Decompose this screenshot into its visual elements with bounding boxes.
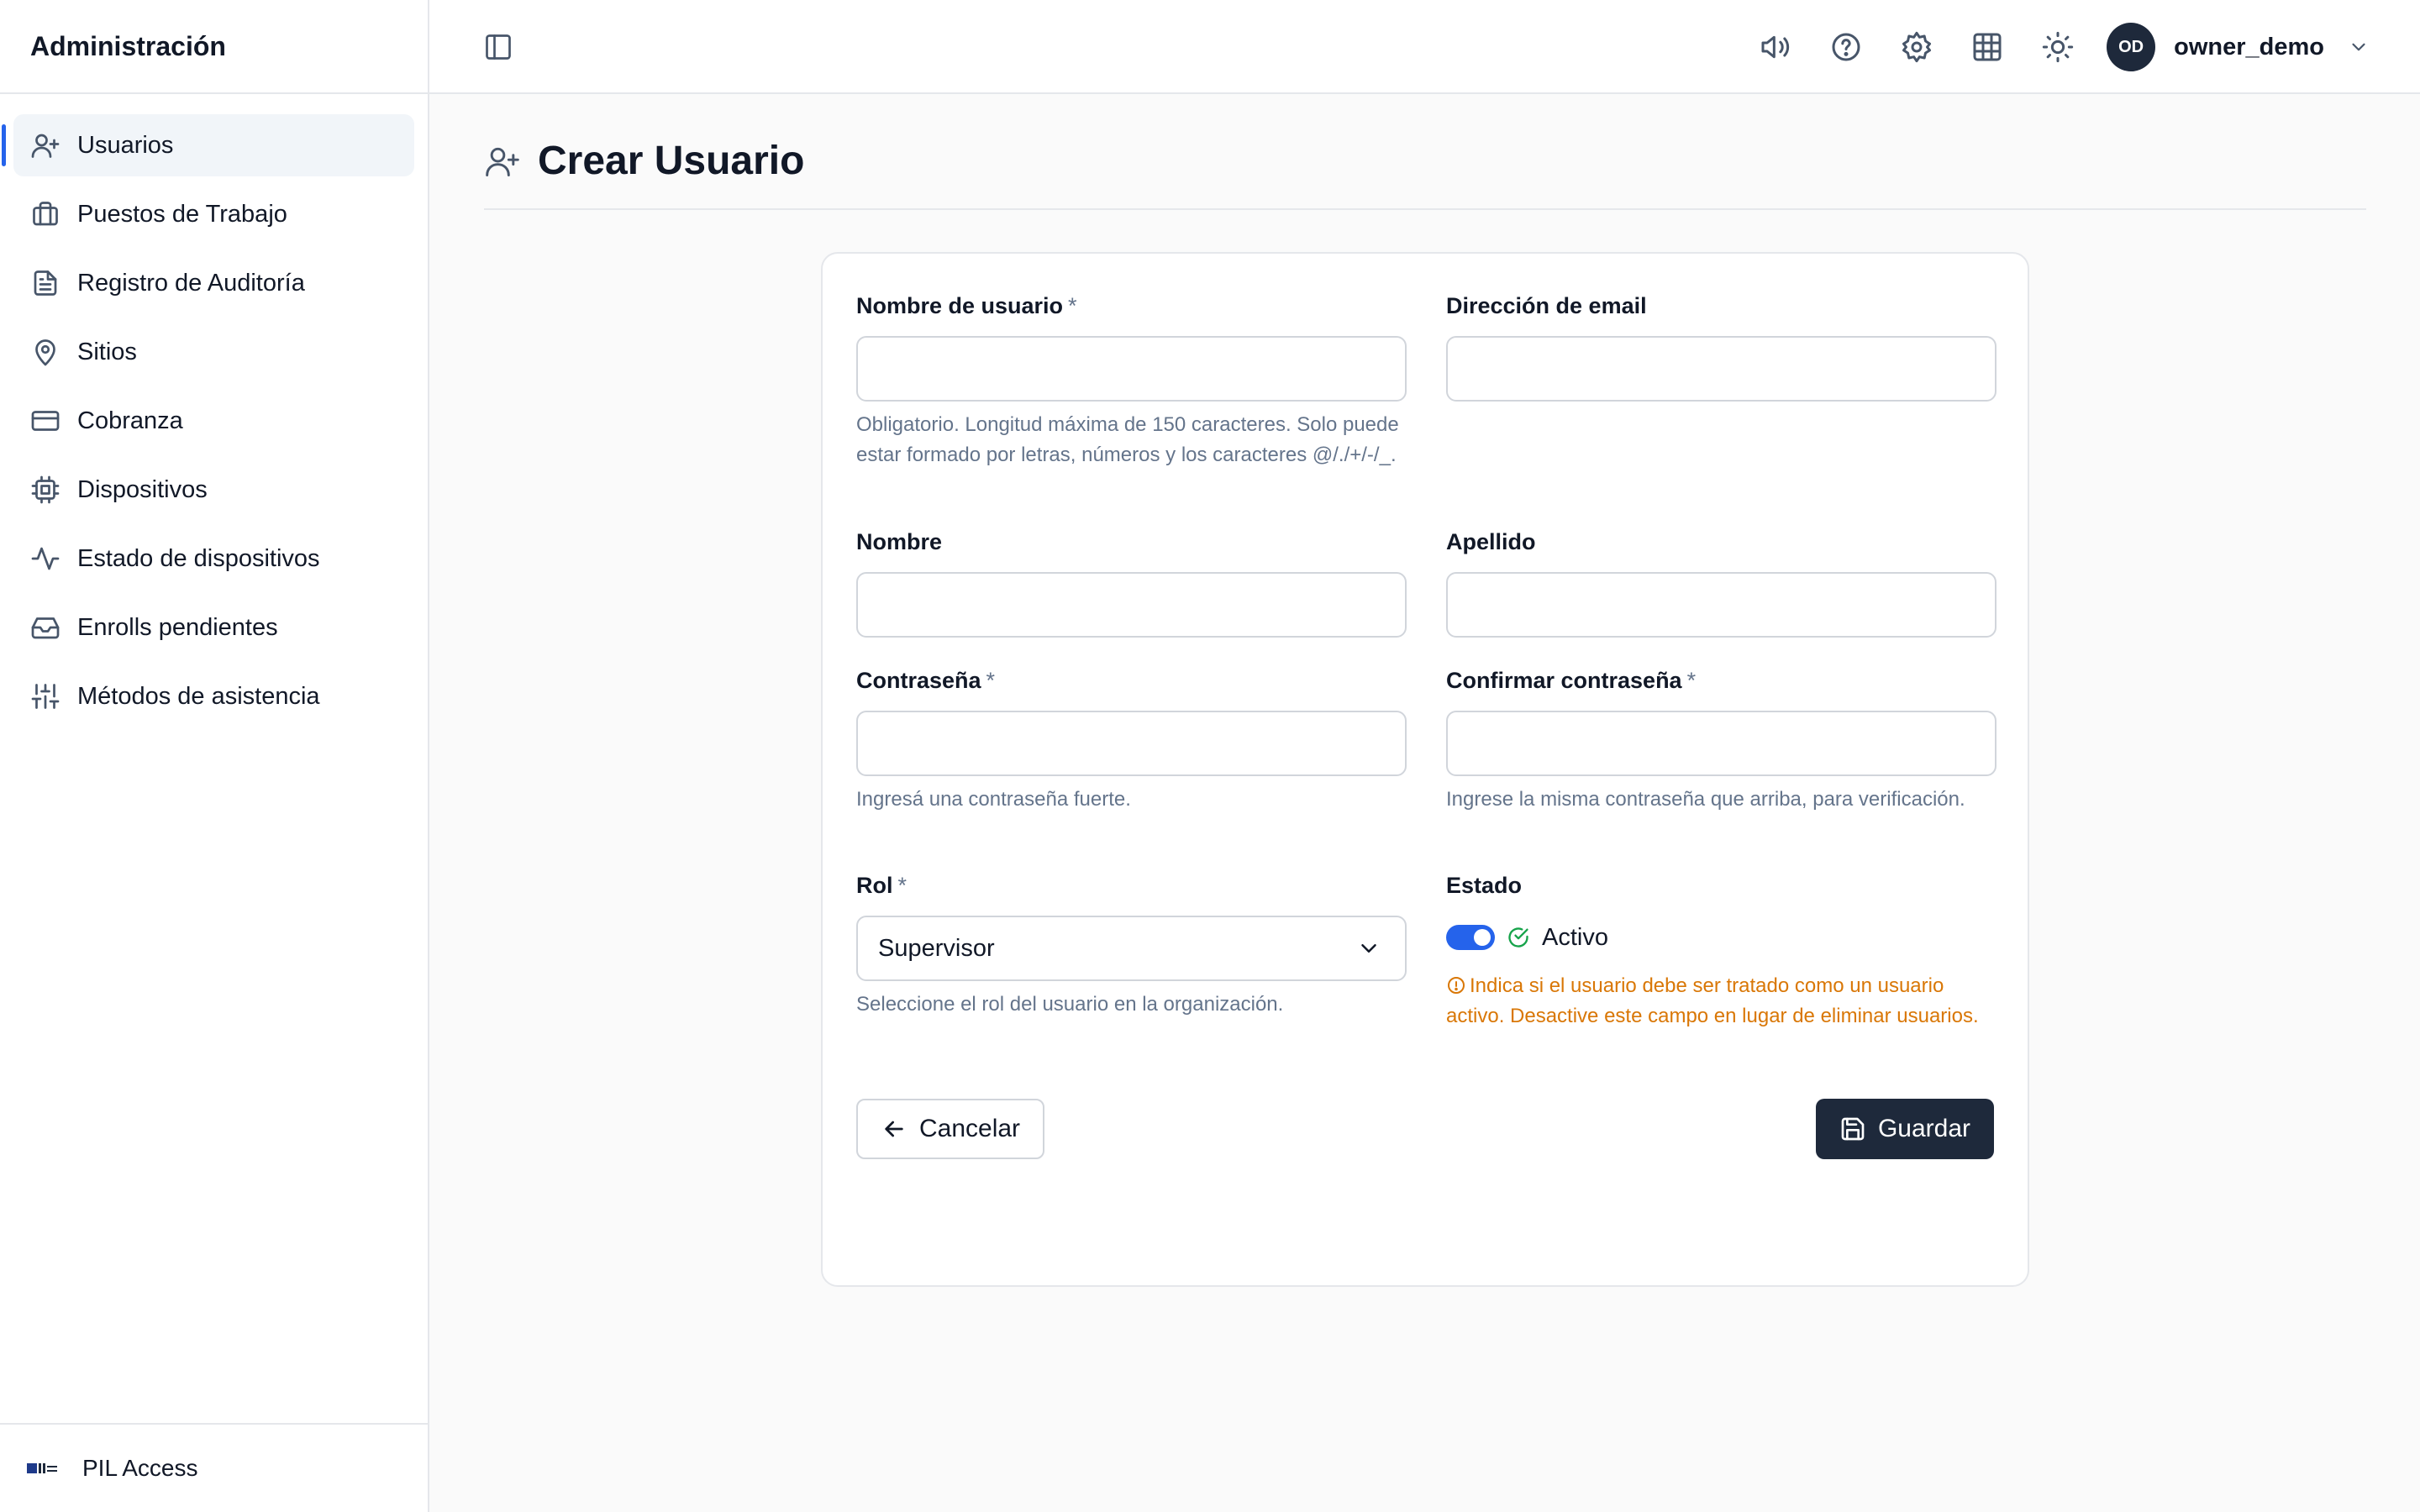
avatar: OD [2107,23,2156,71]
sidebar-item-label: Enrolls pendientes [77,613,278,641]
role-label: Rol * [856,873,908,898]
sidebar-nav: Usuarios Puestos de Trabajo Registro de … [0,94,428,754]
username-input[interactable] [856,336,1407,402]
chevron-down-icon [1356,936,1381,961]
status-warning: Indica si el usuario debe ser tratado co… [1446,971,1996,1032]
sun-icon[interactable] [2041,30,2075,64]
active-toggle[interactable] [1446,925,1495,950]
role-selected-value: Supervisor [878,934,995,962]
status-toggle-row: Activo [1446,921,1996,954]
sidebar-footer[interactable]: PIL Access [0,1423,428,1512]
sidebar-title: Administración [30,30,226,61]
cancel-label: Cancelar [918,1115,1021,1142]
sidebar-item-label: Estado de dispositivos [77,544,320,572]
last-name-input[interactable] [1446,572,1996,638]
toggle-label: Activo [1542,923,1608,951]
first-name-input[interactable] [856,572,1407,638]
last-name-field: Apellido [1446,527,1996,638]
gear-icon[interactable] [1900,30,1933,64]
sidebar-item-sitios[interactable]: Sitios [13,321,414,383]
password-help: Ingresá una contraseña fuerte. [856,788,1131,811]
password-confirm-help: Ingrese la misma contraseña que arriba, … [1446,788,1965,811]
map-pin-icon [30,337,60,367]
status-label: Estado [1446,873,1523,898]
topbar: OD owner_demo [429,0,2420,94]
page-header: Crear Usuario [484,134,2366,210]
sidebar-toggle-icon[interactable] [483,32,513,62]
email-field: Dirección de email [1446,291,1996,402]
save-icon [1839,1116,1866,1142]
status-warning-text: Indica si el usuario debe ser tratado co… [1446,974,1979,1027]
activity-icon [30,543,60,574]
brand-name: PIL Access [82,1455,198,1481]
username-label: Nombre de usuario * [856,293,1077,318]
credit-card-icon [30,406,60,436]
password-confirm-input[interactable] [1446,711,1996,776]
sidebar-item-usuarios[interactable]: Usuarios [2,114,414,176]
sidebar-item-label: Dispositivos [77,475,208,503]
role-select[interactable]: Supervisor [856,916,1407,981]
user-plus-icon [30,130,60,160]
sidebar-item-label: Usuarios [77,131,174,159]
arrow-left-icon [881,1116,908,1142]
info-icon [1446,974,1466,995]
sidebar-item-enrolls[interactable]: Enrolls pendientes [13,596,414,659]
sidebar-header: Administración [0,0,428,94]
sidebar-item-label: Registro de Auditoría [77,269,305,297]
sidebar-item-label: Sitios [77,338,137,365]
sidebar-item-auditoria[interactable]: Registro de Auditoría [13,252,414,314]
email-label: Dirección de email [1446,293,1647,318]
sidebar-item-label: Métodos de asistencia [77,682,320,710]
cancel-button[interactable]: Cancelar [856,1099,1044,1159]
document-icon [30,268,60,298]
sidebar-item-metodos[interactable]: Métodos de asistencia [13,665,414,727]
check-circle-icon [1507,926,1530,949]
create-user-form: Nombre de usuario * Obligatorio. Longitud… [821,252,2029,1287]
briefcase-icon [30,199,60,229]
user-plus-icon [484,143,521,180]
grid-icon[interactable] [1970,30,2004,64]
inbox-icon [30,612,60,643]
sidebar-item-label: Cobranza [77,407,183,434]
pil-logo-icon [27,1459,57,1478]
megaphone-icon[interactable] [1759,30,1792,64]
chevron-down-icon [2348,36,2370,58]
status-field: Estado Activo Indica si el usuario debe … [1446,870,1996,1032]
password-field: Contraseña * Ingresá una contraseña fuert… [856,665,1407,815]
password-confirm-field: Confirmar contraseña * Ingrese la misma c… [1446,665,1996,815]
role-field: Rol * Supervisor Seleccione el rol del us… [856,870,1407,1020]
password-input[interactable] [856,711,1407,776]
sidebar-item-estado-dispositivos[interactable]: Estado de dispositivos [13,528,414,590]
sliders-icon [30,681,60,711]
password-label: Contraseña * [856,668,996,693]
topbar-actions: OD owner_demo [1722,23,2370,71]
user-menu[interactable]: OD owner_demo [2107,23,2370,71]
help-circle-icon[interactable] [1829,30,1863,64]
first-name-field: Nombre [856,527,1407,638]
last-name-label: Apellido [1446,529,1536,554]
main-content: Crear Usuario Nombre de usuario * Obligat… [429,94,2420,1512]
page-title: Crear Usuario [538,139,805,183]
sidebar-item-label: Puestos de Trabajo [77,200,287,228]
first-name-label: Nombre [856,529,943,554]
role-help: Seleccione el rol del usuario en la orga… [856,993,1284,1016]
username: owner_demo [2174,33,2324,60]
sidebar-item-cobranza[interactable]: Cobranza [13,390,414,452]
username-field: Nombre de usuario * Obligatorio. Longitud… [856,291,1407,470]
save-button[interactable]: Guardar [1816,1099,1994,1159]
email-input[interactable] [1446,336,1996,402]
username-help: Obligatorio. Longitud máxima de 150 cara… [856,413,1399,466]
sidebar-item-puestos[interactable]: Puestos de Trabajo [13,183,414,245]
sidebar-item-dispositivos[interactable]: Dispositivos [13,459,414,521]
save-label: Guardar [1877,1115,1971,1142]
password-confirm-label: Confirmar contraseña * [1446,668,1697,693]
sidebar: Administración Usuarios Puestos de Traba… [0,0,429,1512]
cpu-icon [30,475,60,505]
